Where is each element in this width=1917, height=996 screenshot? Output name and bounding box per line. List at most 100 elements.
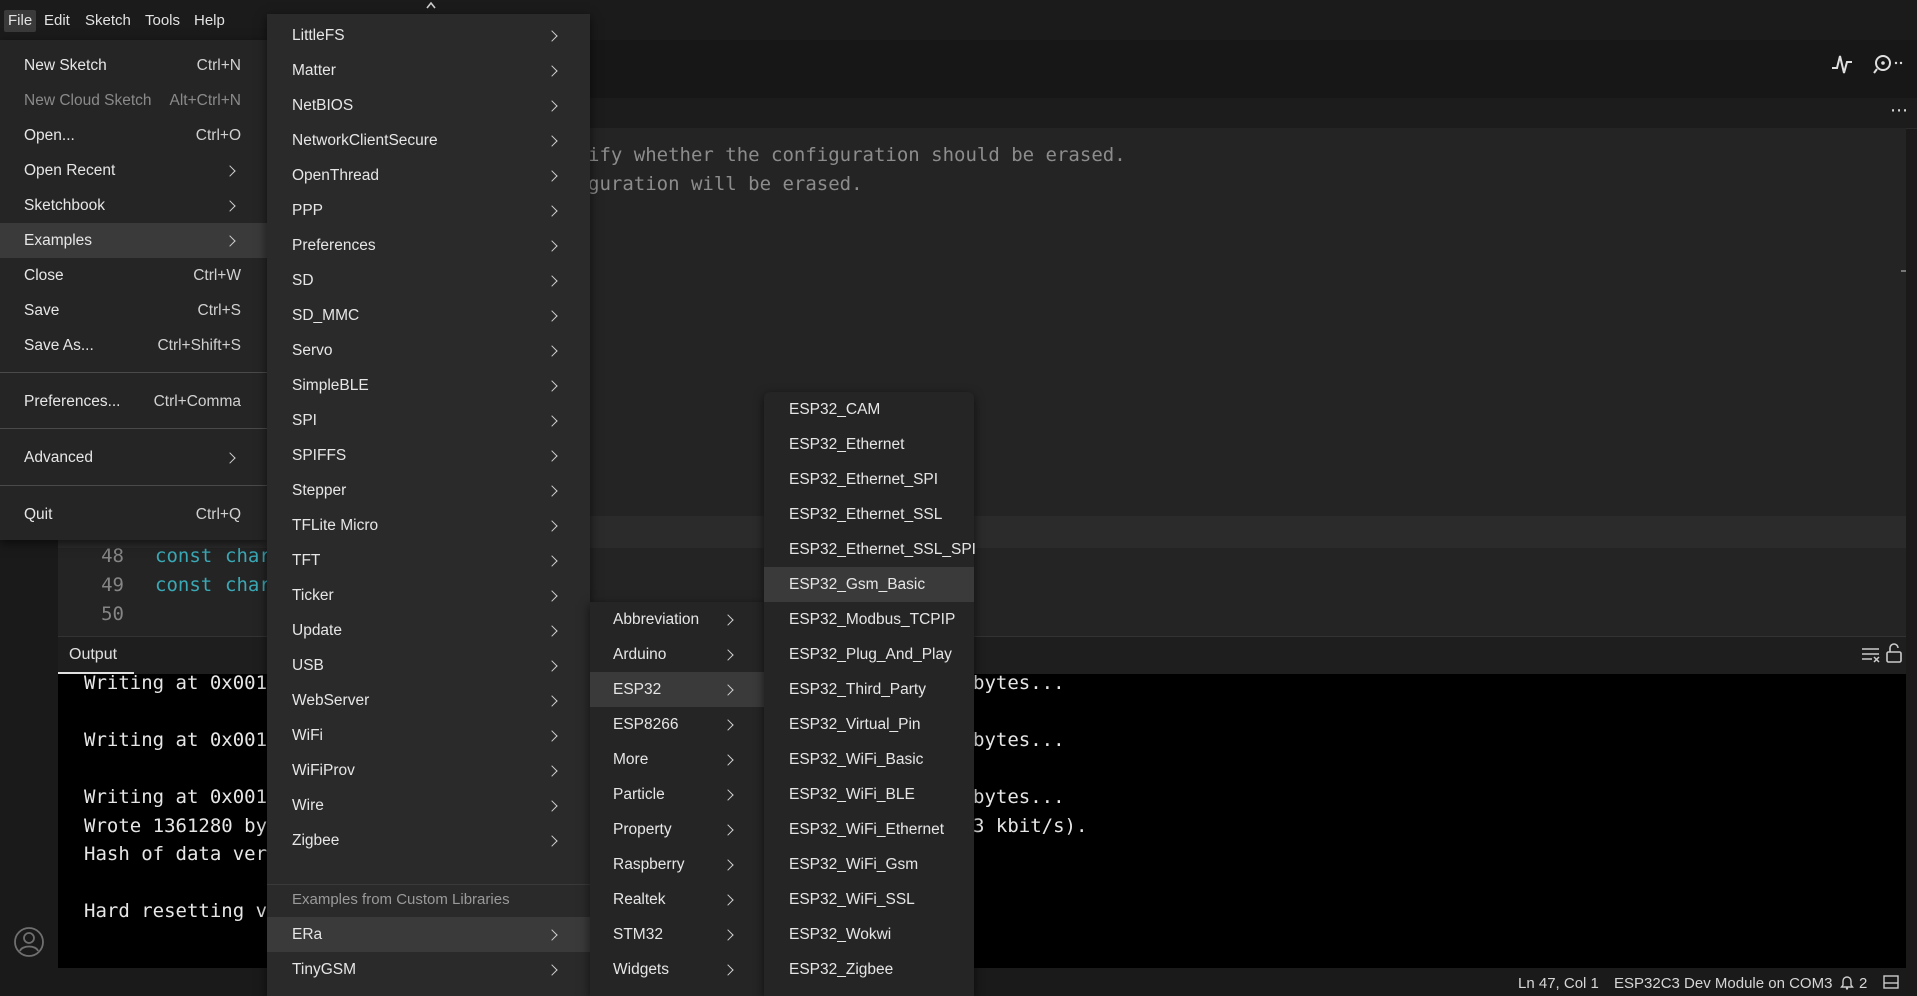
menu-item-esp32-virtual-pin[interactable]: ESP32_Virtual_Pin — [764, 707, 974, 742]
menu-item-label: ESP32_Zigbee — [789, 961, 894, 978]
menu-item-label: Open Recent — [24, 162, 116, 179]
menu-file[interactable]: File — [4, 10, 37, 32]
menu-item-esp32-plug-and-play[interactable]: ESP32_Plug_And_Play — [764, 637, 974, 672]
menu-item-esp32[interactable]: ESP32 — [590, 672, 764, 707]
menu-item-realtek[interactable]: Realtek — [590, 882, 764, 917]
menu-item-abbreviation[interactable]: Abbreviation — [590, 602, 764, 637]
menu-item-wire[interactable]: Wire — [267, 788, 590, 823]
menu-item-label: NetworkClientSecure — [292, 132, 438, 149]
menu-item-sketchbook[interactable]: Sketchbook — [0, 188, 267, 223]
chevron-right-icon — [722, 649, 734, 661]
menu-item-esp32-wifi-gsm[interactable]: ESP32_WiFi_Gsm — [764, 847, 974, 882]
serial-plotter-icon[interactable] — [1830, 52, 1854, 76]
menu-item-raspberry[interactable]: Raspberry — [590, 847, 764, 882]
menu-item-esp32-ethernet[interactable]: ESP32_Ethernet — [764, 427, 974, 462]
menu-item-esp32-wokwi[interactable]: ESP32_Wokwi — [764, 917, 974, 952]
bell-icon[interactable] — [1840, 974, 1854, 990]
notification-count[interactable]: 2 — [1859, 975, 1867, 992]
menu-item-esp32-wifi-ssl[interactable]: ESP32_WiFi_SSL — [764, 882, 974, 917]
more-tabs-icon[interactable]: ⋯ — [1890, 100, 1909, 121]
menu-item-esp32-wifi-ethernet[interactable]: ESP32_WiFi_Ethernet — [764, 812, 974, 847]
menu-item-arduino[interactable]: Arduino — [590, 637, 764, 672]
menu-item-esp32-ethernet-spi[interactable]: ESP32_Ethernet_SPI — [764, 462, 974, 497]
menu-item-netbios[interactable]: NetBIOS — [267, 88, 590, 123]
menu-edit[interactable]: Edit — [40, 10, 74, 32]
chevron-right-icon — [224, 452, 236, 464]
menu-item-open[interactable]: Open... Ctrl+O — [0, 118, 267, 153]
chevron-right-icon — [722, 894, 734, 906]
chevron-right-icon — [546, 835, 558, 847]
menu-item-tflite-micro[interactable]: TFLite Micro — [267, 508, 590, 543]
menu-item-property[interactable]: Property — [590, 812, 764, 847]
menu-item-era[interactable]: ERa — [267, 917, 590, 952]
menu-item-shortcut: Alt+Ctrl+N — [169, 92, 242, 109]
menu-item-esp32-wifi-ble[interactable]: ESP32_WiFi_BLE — [764, 777, 974, 812]
menu-item-zigbee[interactable]: Zigbee — [267, 823, 590, 858]
menu-item-stepper[interactable]: Stepper — [267, 473, 590, 508]
menu-item-label: ESP32_Ethernet_SSL_SPI — [789, 541, 976, 558]
toggle-output-icon[interactable] — [1883, 975, 1899, 989]
menu-item-open-recent[interactable]: Open Recent — [0, 153, 267, 188]
menu-item-sd[interactable]: SD — [267, 263, 590, 298]
menu-item-particle[interactable]: Particle — [590, 777, 764, 812]
menu-item-wifi[interactable]: WiFi — [267, 718, 590, 753]
menu-item-label: ESP32_Ethernet_SPI — [789, 471, 939, 488]
menu-item-esp32-ethernet-ssl-spi[interactable]: ESP32_Ethernet_SSL_SPI — [764, 532, 976, 567]
menu-help[interactable]: Help — [190, 10, 229, 32]
menu-item-openthread[interactable]: OpenThread — [267, 158, 590, 193]
menu-item-esp32-modbus-tcpip[interactable]: ESP32_Modbus_TCPIP — [764, 602, 974, 637]
menu-item-sd-mmc[interactable]: SD_MMC — [267, 298, 590, 333]
menu-item-esp32-zigbee[interactable]: ESP32_Zigbee — [764, 952, 974, 987]
menu-item-webserver[interactable]: WebServer — [267, 683, 590, 718]
menu-item-spi[interactable]: SPI — [267, 403, 590, 438]
menu-item-close[interactable]: Close Ctrl+W — [0, 258, 267, 293]
menu-item-advanced[interactable]: Advanced — [0, 440, 267, 475]
menu-sketch[interactable]: Sketch — [81, 10, 135, 32]
output-line: Writing at 0x001 — [84, 672, 268, 694]
menu-item-save[interactable]: Save Ctrl+S — [0, 293, 267, 328]
menu-item-usb[interactable]: USB — [267, 648, 590, 683]
chevron-right-icon — [546, 100, 558, 112]
cursor-position[interactable]: Ln 47, Col 1 — [1518, 975, 1599, 992]
account-icon[interactable] — [13, 926, 45, 958]
menu-item-shortcut: Ctrl+W — [193, 267, 241, 284]
menu-item-esp32-ethernet-ssl[interactable]: ESP32_Ethernet_SSL — [764, 497, 974, 532]
menu-item-update[interactable]: Update — [267, 613, 590, 648]
serial-monitor-icon[interactable] — [1872, 52, 1906, 76]
menu-item-preferences[interactable]: Preferences — [267, 228, 590, 263]
menu-item-matter[interactable]: Matter — [267, 53, 590, 88]
menu-item-ppp[interactable]: PPP — [267, 193, 590, 228]
unlock-icon[interactable] — [1885, 643, 1903, 663]
menu-item-preferences[interactable]: Preferences... Ctrl+Comma — [0, 384, 267, 419]
menu-item-esp32-third-party[interactable]: ESP32_Third_Party — [764, 672, 974, 707]
clear-output-icon[interactable] — [1861, 645, 1881, 663]
menu-tools[interactable]: Tools — [141, 10, 184, 32]
menu-item-new-sketch[interactable]: New Sketch Ctrl+N — [0, 48, 267, 83]
chevron-right-icon — [722, 719, 734, 731]
menu-item-tft[interactable]: TFT — [267, 543, 590, 578]
menu-item-ticker[interactable]: Ticker — [267, 578, 590, 613]
menu-item-esp8266[interactable]: ESP8266 — [590, 707, 764, 742]
menu-item-esp32-gsm-basic[interactable]: ESP32_Gsm_Basic — [764, 567, 974, 602]
menu-item-littlefs[interactable]: LittleFS — [267, 18, 590, 53]
menu-item-spiffs[interactable]: SPIFFS — [267, 438, 590, 473]
menu-item-esp32-cam[interactable]: ESP32_CAM — [764, 392, 974, 427]
menu-item-quit[interactable]: Quit Ctrl+Q — [0, 497, 267, 532]
menu-item-stm32[interactable]: STM32 — [590, 917, 764, 952]
menu-item-save-as[interactable]: Save As... Ctrl+Shift+S — [0, 328, 267, 363]
menu-item-label: Save As... — [24, 337, 94, 354]
menu-item-examples[interactable]: Examples — [0, 223, 267, 258]
menu-item-more[interactable]: More — [590, 742, 764, 777]
menu-item-esp32-wifi-basic[interactable]: ESP32_WiFi_Basic — [764, 742, 974, 777]
menu-item-simpleble[interactable]: SimpleBLE — [267, 368, 590, 403]
menu-item-label: ESP32_WiFi_Basic — [789, 751, 924, 768]
board-selector[interactable]: ESP32C3 Dev Module on COM3 — [1614, 975, 1832, 992]
menu-item-servo[interactable]: Servo — [267, 333, 590, 368]
menu-item-wifiprov[interactable]: WiFiProv — [267, 753, 590, 788]
menu-item-networkclientsecure[interactable]: NetworkClientSecure — [267, 123, 590, 158]
menu-item-label: ESP32_Ethernet — [789, 436, 905, 453]
scroll-up-icon[interactable] — [424, 0, 438, 10]
menu-item-tinygsm[interactable]: TinyGSM — [267, 952, 590, 987]
menu-item-widgets[interactable]: Widgets — [590, 952, 764, 987]
menu-item-shortcut: Ctrl+Comma — [153, 393, 241, 410]
